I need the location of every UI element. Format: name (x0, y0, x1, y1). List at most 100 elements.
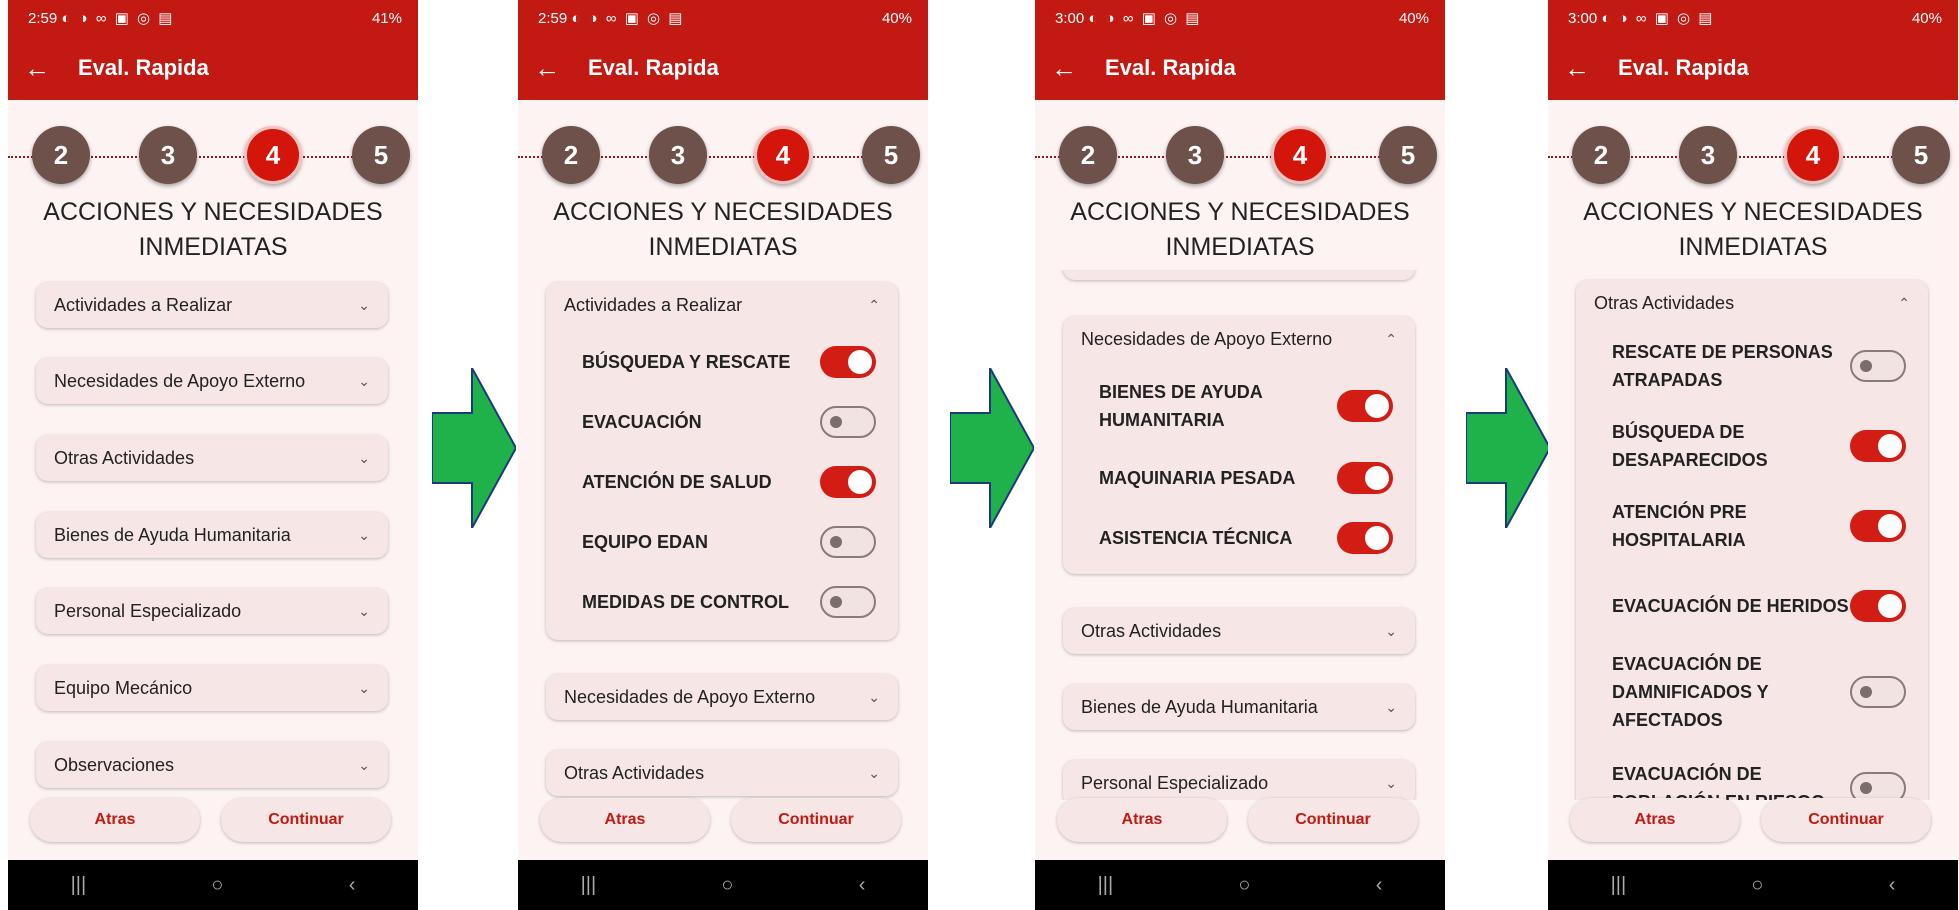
step-4-active[interactable]: 4 (1784, 126, 1842, 184)
recent-apps-icon[interactable]: ||| (71, 874, 87, 897)
option-evacuacion-damnificados: EVACUACIÓN DE DAMNIFICADOS Y AFECTADOS (1612, 650, 1906, 734)
back-button[interactable]: Atras (1057, 798, 1227, 842)
accordion-otras[interactable]: Otras Actividades ⌄ (1063, 608, 1415, 654)
accordion-otras[interactable]: Otras Actividades ⌄ (36, 435, 388, 481)
accordion-previous-partial[interactable] (1063, 270, 1415, 280)
back-arrow-icon[interactable]: ← (1564, 53, 1608, 84)
accordion-title: Necesidades de Apoyo Externo (54, 370, 306, 391)
option-busqueda-rescate: BÚSQUEDA Y RESCATE (582, 346, 876, 378)
continue-button[interactable]: Continuar (221, 798, 391, 842)
nav-back-icon[interactable]: ‹ (349, 874, 356, 897)
back-button[interactable]: Atras (540, 798, 710, 842)
accordion-actividades[interactable]: Actividades a Realizar ⌄ (36, 282, 388, 328)
recent-apps-icon[interactable]: ||| (1611, 874, 1627, 897)
step-5[interactable]: 5 (352, 126, 410, 184)
step-3[interactable]: 3 (139, 126, 197, 184)
home-icon[interactable]: ○ (1751, 874, 1763, 897)
toggle-switch-off[interactable] (820, 406, 876, 438)
toggle-switch-on[interactable] (820, 346, 876, 378)
home-icon[interactable]: ○ (721, 874, 733, 897)
option-label-line: ATENCIÓN PRE (1612, 502, 1747, 522)
toggle-switch-off[interactable] (820, 526, 876, 558)
step-4-active[interactable]: 4 (754, 126, 812, 184)
step-2[interactable]: 2 (1059, 126, 1117, 184)
back-button[interactable]: Atras (1570, 798, 1740, 842)
option-label-line: HOSPITALARIA (1612, 530, 1746, 550)
accordion-title: Observaciones (54, 754, 175, 775)
option-evacuacion-heridos: EVACUACIÓN DE HERIDOS (1612, 590, 1906, 622)
continue-button[interactable]: Continuar (1248, 798, 1418, 842)
toggle-switch-on[interactable] (1337, 462, 1393, 494)
step-4-active[interactable]: 4 (244, 126, 302, 184)
continue-button[interactable]: Continuar (1761, 798, 1931, 842)
toggle-switch-on[interactable] (1337, 522, 1393, 554)
accordion-title: Otras Actividades (54, 447, 195, 468)
toggle-switch-on[interactable] (1337, 390, 1393, 422)
status-bar: 3:00 ◐ ◑ ∞ ▣ ◎ ▤ 40% (1035, 0, 1445, 36)
accordion-bienes[interactable]: Bienes de Ayuda Humanitaria ⌄ (36, 512, 388, 558)
status-bar: 3:00 ◐ ◑ ∞ ▣ ◎ ▤ 40% (1548, 0, 1958, 36)
accordion-header[interactable]: Necesidades de Apoyo Externo ⌃ (1063, 316, 1415, 362)
toggle-switch-on[interactable] (1850, 510, 1906, 542)
back-arrow-icon[interactable]: ← (24, 53, 68, 84)
heading-line-2: INMEDIATAS (1165, 233, 1315, 261)
option-label: ASISTENCIA TÉCNICA (1099, 528, 1293, 548)
nav-back-icon[interactable]: ‹ (1376, 874, 1383, 897)
app-bar: ← Eval. Rapida (8, 36, 418, 100)
step-5[interactable]: 5 (862, 126, 920, 184)
accordion-personal[interactable]: Personal Especializado ⌄ (36, 588, 388, 634)
back-arrow-icon[interactable]: ← (534, 53, 578, 84)
status-bar: 2:59 ◐ ◑ ∞ ▣ ◎ ▤ 41% (8, 0, 418, 36)
accordion-equipo[interactable]: Equipo Mecánico ⌄ (36, 665, 388, 711)
step-5[interactable]: 5 (1379, 126, 1437, 184)
recent-apps-icon[interactable]: ||| (581, 874, 597, 897)
step-5[interactable]: 5 (1892, 126, 1950, 184)
option-label: EVACUACIÓN DE HERIDOS (1612, 596, 1849, 616)
step-3[interactable]: 3 (1679, 126, 1737, 184)
nav-back-icon[interactable]: ‹ (859, 874, 866, 897)
option-label-line: DAMNIFICADOS Y (1612, 682, 1769, 702)
heading-line-1: ACCIONES Y NECESIDADES (1070, 198, 1410, 226)
back-button[interactable]: Atras (30, 798, 200, 842)
recent-apps-icon[interactable]: ||| (1098, 874, 1114, 897)
phone-screen-4: 3:00 ◐ ◑ ∞ ▣ ◎ ▤ 40% ← Eval. Rapida 2 3 … (1548, 0, 1958, 910)
accordion-header[interactable]: Actividades a Realizar ⌃ (546, 282, 898, 328)
accordion-necesidades-open: Necesidades de Apoyo Externo ⌃ BIENES DE … (1063, 316, 1415, 574)
option-evacuacion: EVACUACIÓN (582, 406, 876, 438)
step-3[interactable]: 3 (649, 126, 707, 184)
continue-button[interactable]: Continuar (731, 798, 901, 842)
nav-back-icon[interactable]: ‹ (1889, 874, 1896, 897)
section-heading: ACCIONES Y NECESIDADES INMEDIATAS (8, 195, 418, 265)
accordion-observaciones[interactable]: Observaciones ⌄ (36, 742, 388, 788)
chevron-down-icon: ⌄ (358, 372, 370, 389)
toggle-switch-off[interactable] (1850, 350, 1906, 382)
accordion-personal[interactable]: Personal Especializado ⌄ (1063, 760, 1415, 800)
accordion-otras[interactable]: Otras Actividades ⌄ (546, 750, 898, 796)
home-icon[interactable]: ○ (1238, 874, 1250, 897)
system-nav-bar: ||| ○ ‹ (1548, 860, 1958, 910)
accordion-header[interactable]: Otras Actividades ⌃ (1576, 280, 1928, 326)
step-4-active[interactable]: 4 (1271, 126, 1329, 184)
app-title: Eval. Rapida (588, 55, 719, 80)
home-icon[interactable]: ○ (211, 874, 223, 897)
chevron-down-icon: ⌄ (358, 526, 370, 543)
accordion-necesidades[interactable]: Necesidades de Apoyo Externo ⌄ (546, 674, 898, 720)
back-arrow-icon[interactable]: ← (1051, 53, 1095, 84)
accordion-bienes[interactable]: Bienes de Ayuda Humanitaria ⌄ (1063, 684, 1415, 730)
toggle-switch-off[interactable] (1850, 676, 1906, 708)
app-title: Eval. Rapida (78, 55, 209, 80)
step-2[interactable]: 2 (32, 126, 90, 184)
toggle-switch-on[interactable] (820, 466, 876, 498)
chevron-up-icon: ⌃ (868, 296, 880, 313)
toggle-switch-on[interactable] (1850, 430, 1906, 462)
step-3[interactable]: 3 (1166, 126, 1224, 184)
battery-level: 41% (371, 9, 402, 27)
step-2[interactable]: 2 (542, 126, 600, 184)
step-2[interactable]: 2 (1572, 126, 1630, 184)
accordion-otras-open: Otras Actividades ⌃ RESCATE DE PERSONAS AT… (1576, 280, 1928, 800)
toggle-switch-off[interactable] (820, 586, 876, 618)
toggle-switch-on[interactable] (1850, 590, 1906, 622)
option-label: RESCATE DE PERSONAS ATRAPADAS (1612, 338, 1833, 394)
accordion-necesidades[interactable]: Necesidades de Apoyo Externo ⌄ (36, 358, 388, 404)
toggle-switch-off[interactable] (1850, 772, 1906, 800)
